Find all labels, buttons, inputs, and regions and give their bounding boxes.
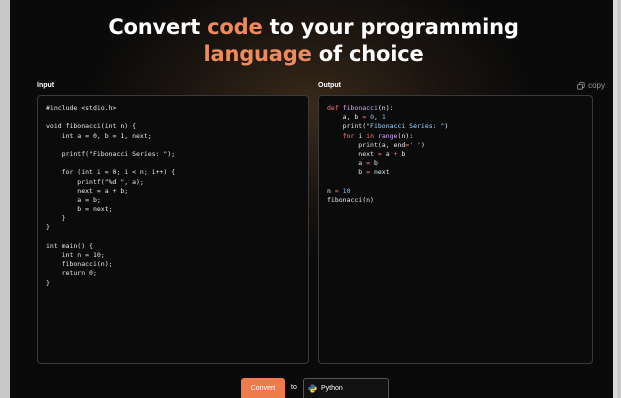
code-token: for bbox=[342, 131, 355, 140]
language-select[interactable]: Python bbox=[303, 378, 389, 398]
copy-button[interactable]: copy bbox=[577, 81, 605, 90]
code-line: a, b = 0, 1 bbox=[327, 113, 584, 122]
code-token: i bbox=[354, 131, 367, 140]
code-token: ) bbox=[420, 140, 425, 149]
code-token: b bbox=[327, 168, 367, 177]
copy-icon bbox=[577, 81, 585, 90]
title-line-2: language of choice bbox=[10, 41, 617, 68]
title-line-1: Convert code to your programming bbox=[10, 14, 617, 41]
code-token: print(a, end bbox=[327, 140, 406, 149]
code-line: int a = 0, b = 1, next; bbox=[46, 131, 152, 140]
code-token: in bbox=[366, 131, 374, 140]
code-line: a = b bbox=[327, 159, 584, 168]
title-text: Convert bbox=[108, 15, 208, 39]
code-line: } bbox=[46, 278, 50, 287]
code-line: for i in range(n): bbox=[327, 132, 584, 141]
code-line: print(a, end=' ') bbox=[327, 141, 584, 150]
code-line: int main() { bbox=[46, 241, 93, 250]
code-token: next bbox=[370, 168, 390, 177]
code-token: a bbox=[381, 149, 394, 158]
title-text: of choice bbox=[311, 42, 424, 66]
language-value: Python bbox=[321, 385, 343, 392]
code-token: (n): bbox=[397, 131, 414, 140]
code-line: b = next; bbox=[46, 205, 113, 214]
code-token: next bbox=[327, 149, 378, 158]
code-line: next = a + b; bbox=[46, 186, 129, 195]
code-token: a bbox=[327, 159, 367, 168]
code-line: b = next bbox=[327, 168, 584, 177]
code-line: int n = 10; bbox=[46, 251, 105, 259]
python-icon bbox=[308, 384, 317, 393]
app-frame: Convert code to your programming languag… bbox=[10, 0, 617, 398]
code-token: ' ' bbox=[409, 140, 421, 149]
code-line: #include <stdio.h> bbox=[46, 104, 117, 112]
code-token: n bbox=[327, 186, 335, 195]
code-token: def bbox=[327, 104, 343, 112]
convert-button[interactable]: Convert bbox=[241, 378, 285, 398]
code-token: ) bbox=[444, 122, 449, 131]
input-code-editor[interactable]: #include <stdio.h> void fibonacci(int n) … bbox=[37, 95, 309, 364]
code-token: 10 bbox=[342, 186, 351, 195]
code-token: range bbox=[377, 131, 398, 140]
page-title: Convert code to your programming languag… bbox=[10, 14, 617, 68]
code-line: fibonacci(n); bbox=[46, 260, 113, 269]
code-line: void fibonacci(int n) { bbox=[46, 122, 137, 131]
code-line: } bbox=[46, 223, 50, 232]
code-line: a = b; bbox=[46, 195, 101, 204]
code-token: fibonacci(n) bbox=[327, 195, 374, 204]
code-line: def fibonacci(n): bbox=[327, 104, 584, 113]
code-token: b bbox=[397, 149, 406, 158]
code-token: "Fibonacci Series: " bbox=[366, 122, 445, 131]
scrollbar[interactable] bbox=[613, 0, 617, 398]
code-token: fibonacci bbox=[342, 104, 378, 112]
title-accent-language: language bbox=[203, 42, 312, 66]
to-label: to bbox=[291, 384, 297, 391]
input-label: Input bbox=[37, 82, 55, 89]
code-line: fibonacci(n) bbox=[327, 196, 584, 205]
code-token: (n): bbox=[377, 104, 394, 112]
code-line: printf("%d ", a); bbox=[46, 177, 144, 186]
output-code-viewer[interactable]: def fibonacci(n): a, b = 0, 1 print("Fib… bbox=[318, 95, 593, 364]
code-line: for (int i = 0; i < n; i++) { bbox=[46, 168, 176, 177]
code-token: a, b bbox=[327, 113, 363, 122]
code-token: 1 bbox=[381, 113, 386, 122]
code-line: } bbox=[46, 214, 66, 223]
title-text: to your programming bbox=[262, 15, 519, 39]
code-token: print( bbox=[327, 122, 367, 131]
copy-label: copy bbox=[588, 81, 605, 90]
code-line: next = a + b bbox=[327, 150, 584, 159]
code-line: return 0; bbox=[46, 269, 97, 278]
code-line: printf("Fibonacci Series: "); bbox=[46, 149, 176, 158]
title-accent-code: code bbox=[207, 15, 263, 39]
output-label: Output bbox=[318, 82, 341, 89]
code-line: n = 10 bbox=[327, 187, 584, 196]
code-token: , bbox=[374, 113, 382, 122]
code-token: b bbox=[370, 159, 378, 168]
code-line: print("Fibonacci Series: ") bbox=[327, 122, 584, 131]
